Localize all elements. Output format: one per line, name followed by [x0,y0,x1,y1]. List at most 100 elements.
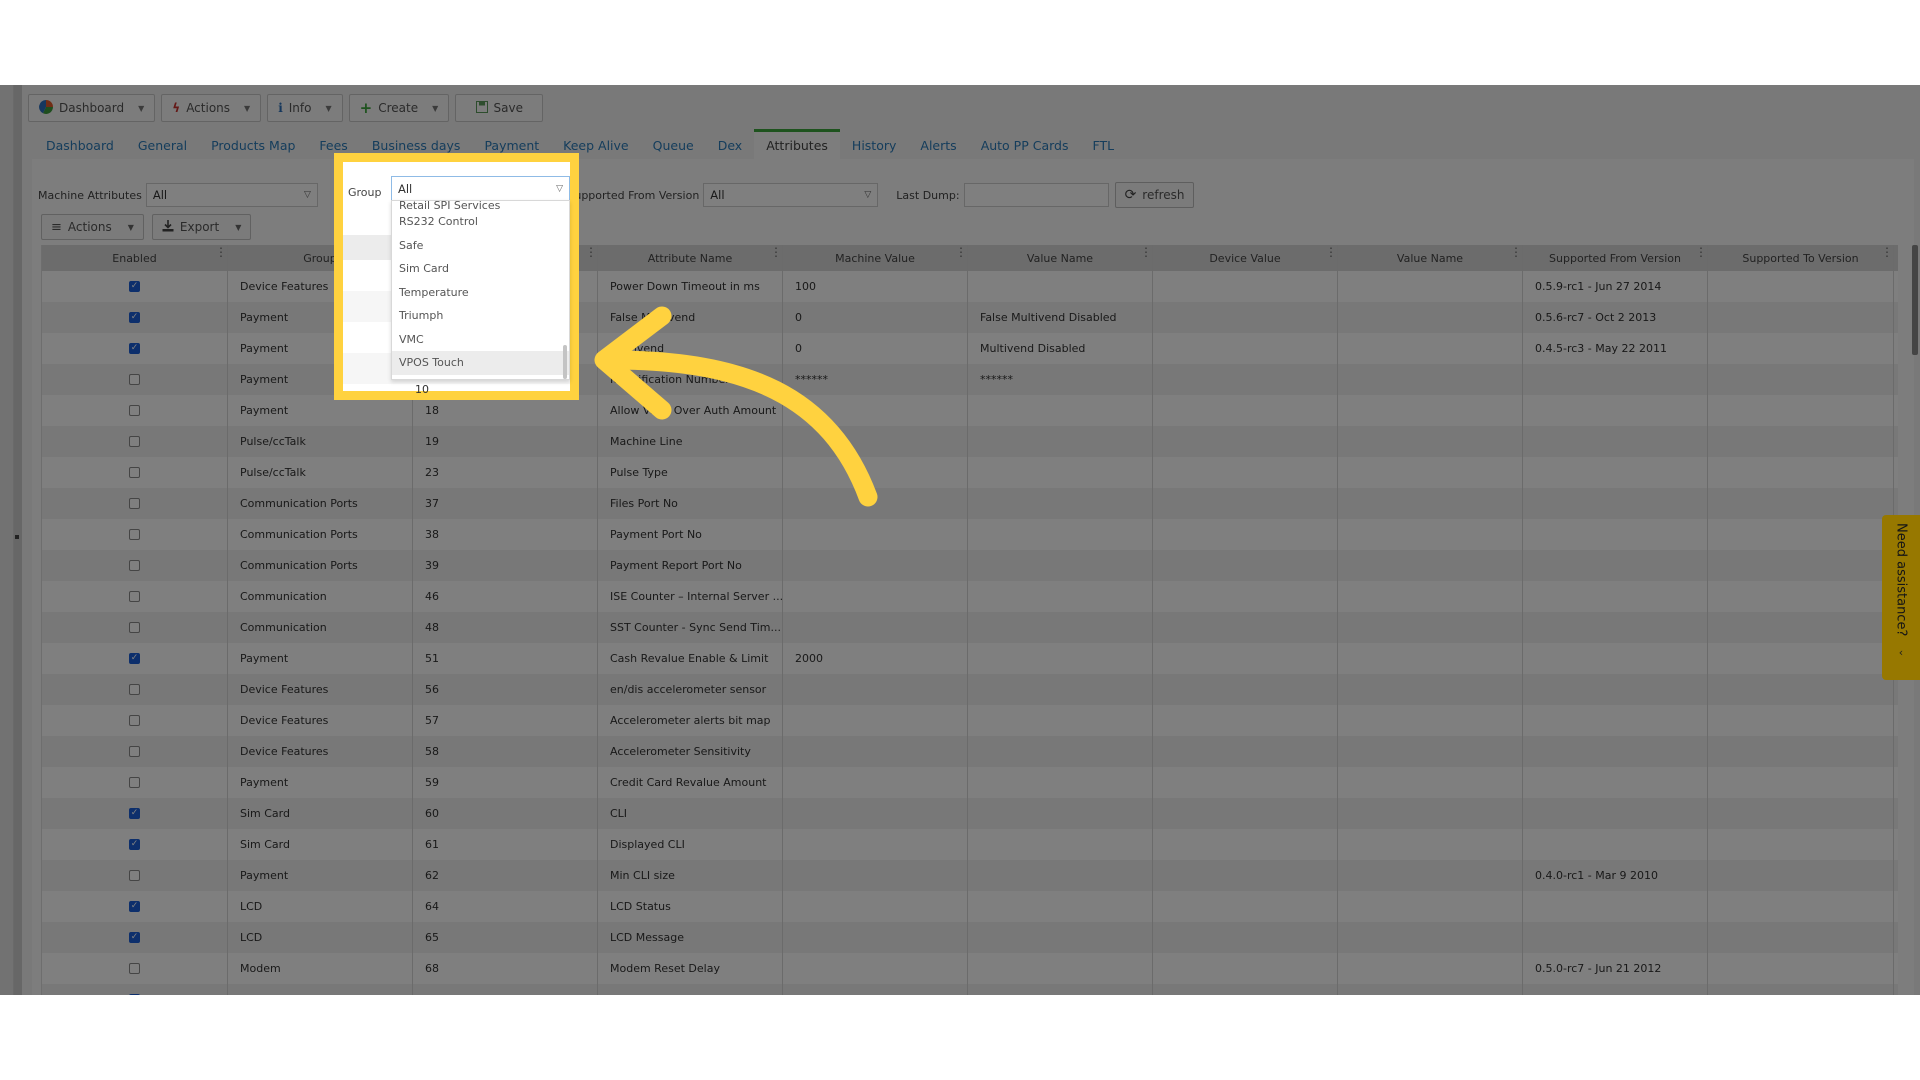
export-button[interactable]: Export ▼ [151,214,252,240]
table-row[interactable]: ✓ Payment Multivend 0 Multivend Disabled 0.4.… [42,333,1898,364]
table-row[interactable]: Communication Ports 37 Files Port No [42,488,1898,519]
column-header[interactable]: Value Name ⋮ [968,245,1153,271]
dropdown-option[interactable]: RS232 Control [392,210,569,234]
table-row[interactable]: Communication Ports 38 Payment Port No [42,519,1898,550]
checkbox-unchecked[interactable] [129,622,140,633]
checkbox-unchecked[interactable] [129,436,140,447]
checkbox-unchecked[interactable] [129,405,140,416]
checkbox-unchecked[interactable] [129,560,140,571]
group-dropdown-list[interactable]: Retail SPI Services RS232 Control Safe Sim … [391,200,570,380]
checkbox-unchecked[interactable] [129,777,140,788]
column-menu-icon[interactable]: ⋮ [1695,246,1707,258]
table-row[interactable]: Payment 62 Min CLI size 0.4.0-rc1 - Mar 9 2… [42,860,1898,891]
table-row[interactable]: ✓ LCD 65 LCD Message [42,922,1898,953]
tab-auto-pp-cards[interactable]: Auto PP Cards [969,129,1081,159]
column-header[interactable]: Attribute Name ⋮ [598,245,783,271]
table-row[interactable]: ✓ Payment 51 Cash Revalue Enable & Limit 200… [42,643,1898,674]
column-header[interactable]: Machine Value ⋮ [783,245,968,271]
grid-actions-button[interactable]: ≡ Actions ▼ [41,214,144,240]
tab-attributes[interactable]: Attributes [754,129,840,159]
column-menu-icon[interactable]: ⋮ [1325,246,1337,258]
create-menu-button[interactable]: + Create ▼ [348,94,450,122]
dropdown-option[interactable]: Retail SPI Services [392,201,569,210]
dropdown-option[interactable]: Sim Card [392,257,569,281]
tab-products-map[interactable]: Products Map [199,129,307,159]
tab-alerts[interactable]: Alerts [908,129,968,159]
dropdown-option[interactable]: Triumph [392,304,569,328]
checkbox-unchecked[interactable] [129,684,140,695]
checkbox-checked[interactable]: ✓ [129,994,140,995]
column-header[interactable]: Supported To Version ⋮ [1708,245,1894,271]
checkbox-checked[interactable]: ✓ [129,901,140,912]
column-header[interactable]: Device Value ⋮ [1153,245,1338,271]
checkbox-unchecked[interactable] [129,529,140,540]
tab-dashboard[interactable]: Dashboard [34,129,126,159]
checkbox-unchecked[interactable] [129,963,140,974]
dropdown-option[interactable]: VPOS Touch [392,351,569,375]
table-row[interactable]: ✓ LCD 64 LCD Status [42,891,1898,922]
column-menu-icon[interactable]: ⋮ [585,246,597,258]
tab-general[interactable]: General [126,129,199,159]
table-row[interactable]: Pulse/ccTalk 19 Machine Line [42,426,1898,457]
table-row[interactable]: Payment 59 Credit Card Revalue Amount [42,767,1898,798]
table-row[interactable]: Device Features 56 en/dis accelerometer se… [42,674,1898,705]
checkbox-unchecked[interactable] [129,591,140,602]
actions-menu-button[interactable]: ϟ Actions ▼ [161,94,262,122]
checkbox-unchecked[interactable] [129,715,140,726]
checkbox-unchecked[interactable] [129,467,140,478]
column-menu-icon[interactable]: ⋮ [1881,246,1893,258]
supported-from-version-select[interactable]: All ▽ [703,183,879,207]
tab-ftl[interactable]: FTL [1081,129,1127,159]
table-row[interactable]: Communication Ports 39 Payment Report Port… [42,550,1898,581]
table-row[interactable]: Payment 18 Allow Vend Over Auth Amount [42,395,1898,426]
checkbox-checked[interactable]: ✓ [129,281,140,292]
save-button[interactable]: Save [455,94,544,122]
checkbox-checked[interactable]: ✓ [129,808,140,819]
dropdown-scrollbar[interactable] [563,345,567,379]
tab-dex[interactable]: Dex [706,129,755,159]
dropdown-option[interactable]: VMC [392,328,569,352]
dashboard-menu-button[interactable]: Dashboard ▼ [28,94,156,122]
checkbox-checked[interactable]: ✓ [129,312,140,323]
column-menu-icon[interactable]: ⋮ [955,246,967,258]
dropdown-option[interactable]: Temperature [392,281,569,305]
checkbox-checked[interactable]: ✓ [129,653,140,664]
splitter-grip-icon[interactable] [15,535,19,539]
dropdown-option[interactable]: Safe [392,234,569,258]
checkbox-unchecked[interactable] [129,374,140,385]
checkbox-unchecked[interactable] [129,870,140,881]
table-row[interactable]: ✓ Sim Card 61 Displayed CLI [42,829,1898,860]
table-row[interactable]: ✓ Payment False Multivend 0 False Multivend … [42,302,1898,333]
table-row[interactable]: ✓ Sim Card 60 CLI [42,798,1898,829]
checkbox-checked[interactable]: ✓ [129,839,140,850]
machine-attributes-select[interactable]: All ▽ [145,183,318,207]
table-row[interactable]: ✓ Modem69Modem WatchDog (Sec)3600 0.4.0-rc… [42,984,1898,995]
table-row[interactable]: Device Features 57 Accelerometer alerts bi… [42,705,1898,736]
last-dump-input[interactable] [963,183,1109,207]
tab-queue[interactable]: Queue [641,129,706,159]
table-row[interactable]: Pulse/ccTalk 23 Pulse Type [42,457,1898,488]
checkbox-checked[interactable]: ✓ [129,932,140,943]
column-menu-icon[interactable]: ⋮ [215,246,227,258]
column-header[interactable]: Value Name ⋮ [1338,245,1523,271]
table-row[interactable]: Device Features 58 Accelerometer Sensitivi… [42,736,1898,767]
group-select-open[interactable]: All ▽ [391,176,570,201]
column-header[interactable]: Supported From Version ⋮ [1523,245,1708,271]
checkbox-unchecked[interactable] [129,498,140,509]
column-menu-icon[interactable]: ⋮ [1140,246,1152,258]
table-row[interactable]: Payment10Identification Number**********… [42,364,1898,395]
table-row[interactable]: Communication 48 SST Counter - Sync Send T… [42,612,1898,643]
sidebar-splitter[interactable] [14,85,22,995]
refresh-button[interactable]: ⟳ refresh [1114,182,1195,208]
column-menu-icon[interactable]: ⋮ [770,246,782,258]
need-assistance-tab[interactable]: Need assistance? ‹ [1882,515,1920,680]
table-row[interactable]: Communication 46 ISE Counter – Internal Se… [42,581,1898,612]
info-menu-button[interactable]: i Info ▼ [267,94,343,122]
tab-history[interactable]: History [840,129,908,159]
table-row[interactable]: Modem 68 Modem Reset Delay 0.5.0-rc7 - Jun … [42,953,1898,984]
column-menu-icon[interactable]: ⋮ [1510,246,1522,258]
table-row[interactable]: ✓ Device Features Power Down Timeout in ms… [42,271,1898,302]
checkbox-unchecked[interactable] [129,746,140,757]
grid-vertical-scrollbar[interactable] [1912,245,1918,355]
checkbox-checked[interactable]: ✓ [129,343,140,354]
